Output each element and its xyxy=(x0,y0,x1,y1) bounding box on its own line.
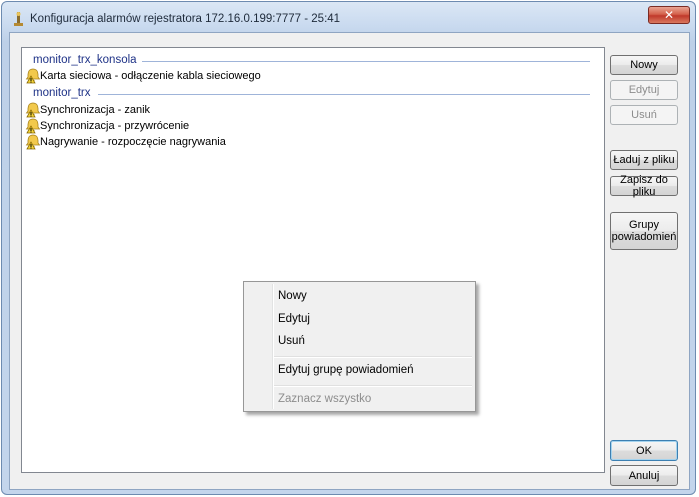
app-icon xyxy=(12,11,26,27)
group-header-label: monitor_trx xyxy=(33,87,91,99)
list-item[interactable]: Karta sieciowa - odłączenie kabla siecio… xyxy=(25,68,585,84)
list-item[interactable]: Synchronizacja - zanik xyxy=(25,102,585,118)
dialog-body: monitor_trx_konsola Karta sieciowa - odł… xyxy=(9,32,690,490)
menu-separator xyxy=(274,385,472,387)
group-divider xyxy=(98,94,590,95)
notification-groups-label-line1: Grupy xyxy=(629,219,659,231)
menu-item-edit[interactable]: Edytuj xyxy=(278,313,310,325)
context-menu: Nowy Edytuj Usuń Edytuj grupę powiadomie… xyxy=(243,281,476,412)
menu-gutter xyxy=(272,284,274,409)
list-item[interactable]: Nagrywanie - rozpoczęcie nagrywania xyxy=(25,134,585,150)
list-item-label: Synchronizacja - zanik xyxy=(40,104,151,116)
notification-groups-button[interactable]: Grupy powiadomień xyxy=(610,212,678,250)
delete-button[interactable]: Usuń xyxy=(610,105,678,125)
group-header-label: monitor_trx_konsola xyxy=(33,54,137,66)
new-button[interactable]: Nowy xyxy=(610,55,678,75)
notification-groups-label-line2: powiadomień xyxy=(611,231,677,243)
list-item-label: Nagrywanie - rozpoczęcie nagrywania xyxy=(40,136,226,148)
close-button[interactable]: ✕ xyxy=(648,6,690,24)
group-header: monitor_trx xyxy=(22,87,604,101)
warning-bell-icon xyxy=(25,118,41,134)
menu-separator xyxy=(274,356,472,358)
warning-bell-icon xyxy=(25,102,41,118)
window-title: Konfiguracja alarmów rejestratora 172.16… xyxy=(30,13,341,25)
list-item-label: Karta sieciowa - odłączenie kabla siecio… xyxy=(40,70,261,82)
group-divider xyxy=(142,61,590,62)
list-item[interactable]: Synchronizacja - przywrócenie xyxy=(25,118,585,134)
title-bar: Konfiguracja alarmów rejestratora 172.16… xyxy=(2,2,695,34)
group-header: monitor_trx_konsola xyxy=(22,54,604,68)
dialog-window: Konfiguracja alarmów rejestratora 172.16… xyxy=(1,1,696,495)
list-item-label: Synchronizacja - przywrócenie xyxy=(40,120,190,132)
save-to-file-button[interactable]: Zapisz do pliku xyxy=(610,174,678,198)
warning-bell-icon xyxy=(25,134,41,150)
warning-bell-icon xyxy=(25,68,41,84)
cancel-button[interactable]: Anuluj xyxy=(610,465,678,486)
menu-item-select-all[interactable]: Zaznacz wszystko xyxy=(278,393,371,405)
menu-item-new[interactable]: Nowy xyxy=(278,290,307,302)
edit-button[interactable]: Edytuj xyxy=(610,80,678,100)
close-icon: ✕ xyxy=(663,8,675,22)
menu-item-delete[interactable]: Usuń xyxy=(278,335,305,347)
menu-item-edit-notification-group[interactable]: Edytuj grupę powiadomień xyxy=(278,364,414,376)
load-from-file-button[interactable]: Ładuj z pliku xyxy=(610,150,678,170)
ok-button[interactable]: OK xyxy=(610,440,678,461)
